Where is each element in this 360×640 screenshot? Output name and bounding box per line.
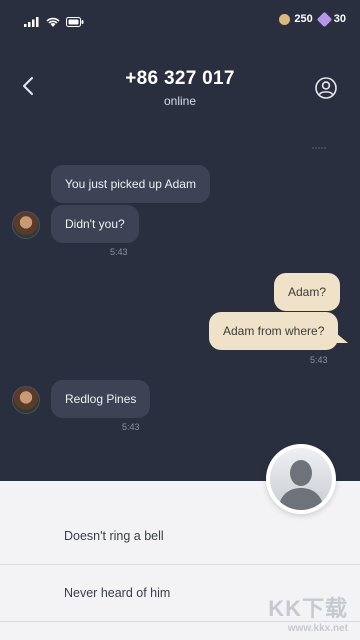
watermark-url: www.kkx.net [287, 623, 348, 634]
wifi-icon [46, 14, 60, 32]
message-incoming[interactable]: Redlog Pines [51, 380, 151, 418]
chat-header: +86 327 017 online [0, 60, 360, 120]
bubble-tail [336, 333, 348, 343]
message-timestamp: 5:43 [122, 422, 140, 432]
battery-icon [66, 14, 84, 32]
profile-button[interactable] [314, 76, 338, 100]
message-timestamp: 5:43 [110, 247, 128, 257]
chat-screen: 250 30 +86 327 017 online You just picke… [0, 0, 360, 640]
message-outgoing[interactable]: Adam from where? [209, 312, 339, 350]
contact-avatar[interactable] [12, 211, 40, 239]
gem-counter[interactable]: 30 [316, 11, 346, 27]
coin-count: 250 [294, 13, 313, 25]
watermark: KK下载 www.kkx.net [268, 591, 348, 634]
reply-option[interactable]: Doesn't ring a bell [0, 508, 360, 564]
coin-counter[interactable]: 250 [279, 13, 313, 25]
signal-icon [24, 14, 40, 32]
scroll-indicator [312, 143, 326, 152]
gem-icon [316, 11, 333, 27]
coin-icon [279, 13, 291, 25]
contact-status: online [163, 94, 197, 108]
message-timestamp: 5:43 [310, 355, 328, 365]
watermark-logo: KK下载 [268, 596, 348, 621]
status-bar: 250 30 [0, 0, 360, 40]
message-incoming[interactable]: You just picked up Adam [51, 165, 210, 203]
message-incoming[interactable]: Didn't you? [51, 205, 139, 243]
user-silhouette-icon [270, 448, 332, 510]
contact-avatar[interactable] [12, 386, 40, 414]
message-outgoing[interactable]: Adam? [274, 273, 341, 311]
profile-icon [314, 77, 338, 104]
gem-count: 30 [333, 13, 346, 25]
contact-number: +86 327 017 [125, 68, 235, 89]
player-avatar [266, 444, 336, 514]
